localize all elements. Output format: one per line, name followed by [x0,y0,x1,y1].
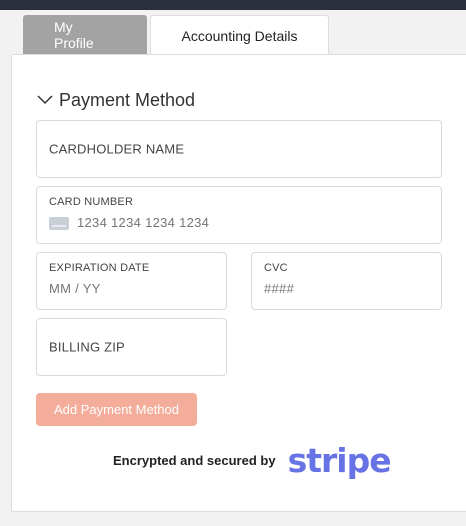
billing-zip-field[interactable]: BILLING ZIP [36,318,227,376]
secured-by-stripe: Encrypted and secured by stripe [113,440,392,480]
tab-accounting-details[interactable]: Accounting Details [150,15,329,55]
expiration-date-label: EXPIRATION DATE [49,262,150,274]
tab-my-profile[interactable]: My Profile [23,15,147,54]
payment-method-section-toggle[interactable]: Payment Method [37,88,195,112]
expiration-date-field[interactable]: EXPIRATION DATE [36,252,227,310]
billing-zip-label: BILLING ZIP [49,339,125,355]
secure-text: Encrypted and secured by [113,452,276,468]
add-payment-method-button[interactable]: Add Payment Method [36,393,197,426]
card-number-field[interactable]: CARD NUMBER [36,186,442,244]
cvc-field[interactable]: CVC [251,252,442,310]
cvc-input[interactable] [264,281,416,296]
top-bar [0,0,466,10]
expiration-date-input[interactable] [49,281,201,296]
cardholder-name-label: CARDHOLDER NAME [49,141,185,157]
tab-bar: My Profile Accounting Details [23,15,329,55]
stripe-logo: stripe [287,440,392,480]
chevron-down-icon [37,95,53,105]
credit-card-icon [49,217,69,230]
card-number-input[interactable] [77,215,401,230]
cardholder-name-field[interactable]: CARDHOLDER NAME [36,120,442,178]
section-title: Payment Method [59,89,196,110]
cvc-label: CVC [264,262,288,274]
card-number-label: CARD NUMBER [49,196,134,208]
